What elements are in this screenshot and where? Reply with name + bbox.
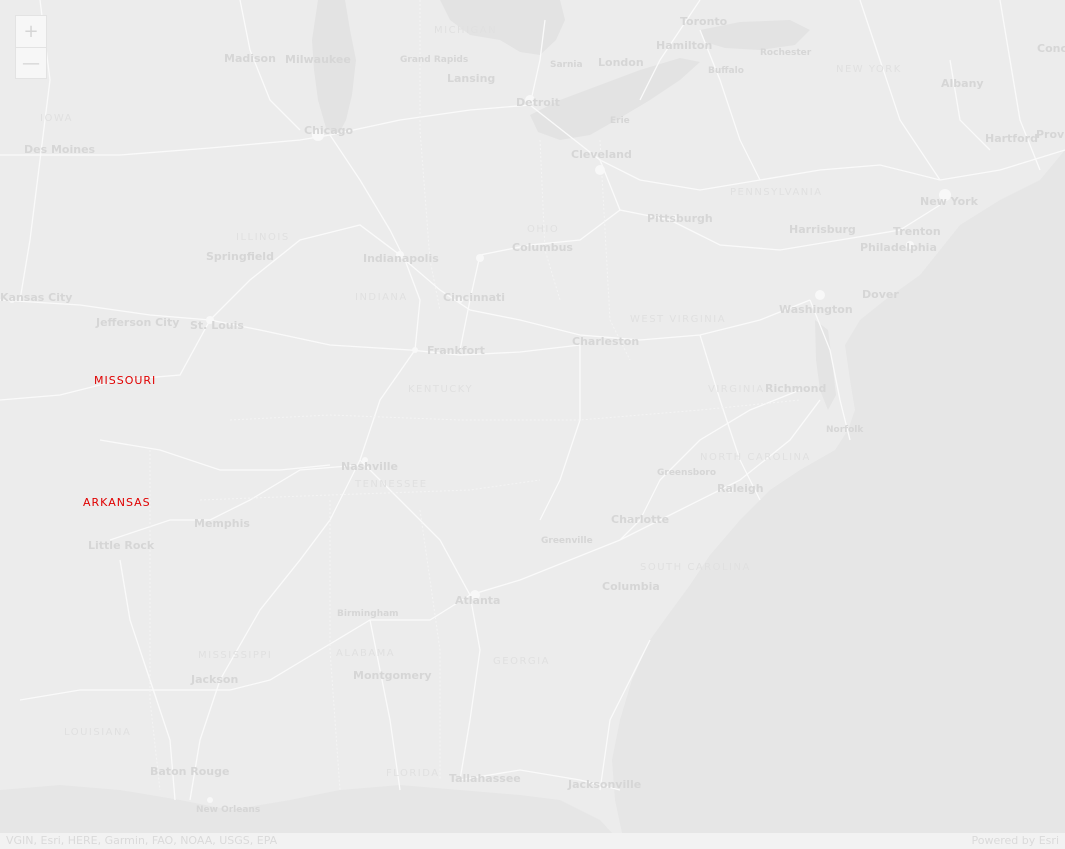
city-label: Baton Rouge (150, 765, 229, 778)
city-label: Jackson (190, 673, 238, 686)
city-label: Norfolk (826, 425, 864, 435)
state-label: IOWA (40, 113, 73, 124)
city-label: Tallahassee (449, 772, 521, 785)
city-label: Buffalo (708, 66, 744, 76)
arkansas-label: ARKANSAS (83, 496, 151, 509)
state-label: NEW YORK (836, 64, 902, 75)
city-label: Rochester (760, 48, 812, 58)
city-label: New Orleans (196, 805, 260, 815)
city-label: New York (920, 195, 979, 208)
state-label: LOUISIANA (64, 727, 131, 738)
city-label: Hartford (985, 132, 1038, 145)
city-label: Charleston (572, 335, 639, 348)
state-label: KENTUCKY (408, 384, 473, 395)
city-label: Hamilton (656, 39, 712, 52)
powered-by-esri[interactable]: Powered by Esri (971, 833, 1059, 849)
zoom-out-button[interactable]: — (16, 48, 46, 79)
state-label: PENNSYLVANIA (730, 187, 823, 198)
city-label: Washington (779, 303, 853, 316)
city-label: Toronto (680, 15, 728, 28)
city-label: Greensboro (657, 468, 716, 478)
city-label: Milwaukee (285, 53, 351, 66)
city-label: Grand Rapids (400, 55, 468, 65)
city-label: Philadelphia (860, 241, 937, 254)
attribution-sources[interactable]: VGIN, Esri, HERE, Garmin, FAO, NOAA, USG… (6, 833, 277, 849)
state-label: ALABAMA (336, 648, 395, 659)
city-label: Cincinnati (443, 291, 505, 304)
state-label: VIRGINIA (708, 384, 765, 395)
state-label: TENNESSEE (354, 479, 428, 490)
city-label: Memphis (194, 517, 250, 530)
zoom-in-button[interactable]: + (16, 16, 46, 48)
city-label: Des Moines (24, 143, 96, 156)
state-label: SOUTH CAROLINA (640, 562, 751, 573)
state-label: MISSISSIPPI (198, 650, 272, 661)
city-label: Kansas City (0, 291, 72, 304)
state-label: OHIO (527, 224, 559, 235)
city-label: Detroit (516, 96, 560, 109)
state-label: WEST VIRGINIA (630, 314, 726, 325)
state-label: INDIANA (355, 292, 408, 303)
city-label: Jacksonville (567, 778, 641, 791)
city-label: Raleigh (717, 482, 764, 495)
city-label: Richmond (765, 382, 826, 395)
city-label: Little Rock (88, 539, 155, 552)
city-label: Dover (862, 288, 899, 301)
city-label: Albany (941, 77, 984, 90)
city-label: St. Louis (190, 319, 244, 332)
city-label: Erie (610, 116, 630, 126)
state-label: MICHIGAN (434, 25, 497, 36)
state-label: ILLINOIS (236, 232, 290, 243)
missouri-label: MISSOURI (94, 374, 156, 387)
state-label: FLORIDA (386, 768, 440, 779)
city-label: Lansing (447, 72, 495, 85)
city-label: Concord (1037, 42, 1065, 55)
city-label: Columbia (602, 580, 660, 593)
city-label: Indianapolis (363, 252, 439, 265)
state-label: NORTH CAROLINA (700, 452, 811, 463)
city-label: Nashville (341, 460, 398, 473)
city-label: Greenville (541, 536, 593, 546)
city-label: Jefferson City (95, 316, 179, 329)
city-label: London (598, 56, 644, 69)
city-label: Springfield (206, 250, 274, 263)
city-label: Cleveland (571, 148, 632, 161)
state-label: GEORGIA (493, 656, 550, 667)
city-label: Harrisburg (789, 223, 856, 236)
city-label: Charlotte (611, 513, 669, 526)
zoom-control: + — (15, 15, 47, 79)
city-label: Pittsburgh (647, 212, 713, 225)
city-label: Madison (224, 52, 276, 65)
city-label: Birmingham (337, 609, 399, 619)
basemap[interactable]: Toronto Hamilton London Rochester Buffal… (0, 0, 1065, 833)
attribution-bar: VGIN, Esri, HERE, Garmin, FAO, NOAA, USG… (0, 833, 1065, 849)
city-label: Columbus (512, 241, 573, 254)
city-label: Chicago (304, 124, 353, 137)
city-label: Trenton (893, 225, 941, 238)
city-label: Frankfort (427, 344, 485, 357)
city-label: Providence (1036, 128, 1065, 141)
city-label: Montgomery (353, 669, 432, 682)
city-label: Sarnia (550, 60, 583, 70)
city-label: Atlanta (455, 594, 500, 607)
